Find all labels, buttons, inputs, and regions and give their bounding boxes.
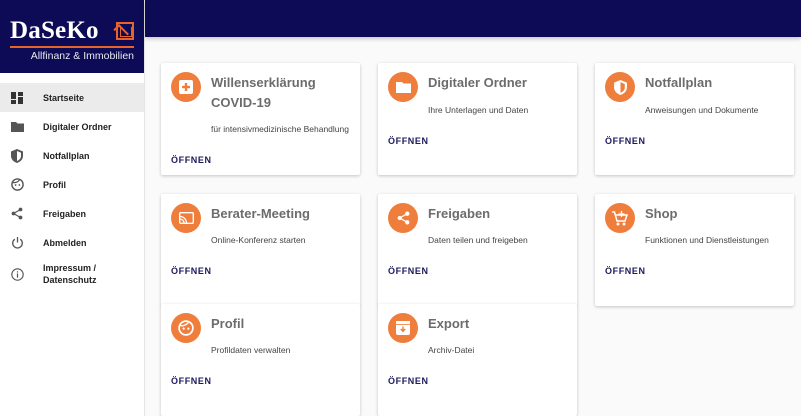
card-description: Anweisungen und Dokumente xyxy=(645,105,759,115)
open-button[interactable]: ÖFFNEN xyxy=(605,266,646,276)
sidebar-item-abmelden[interactable]: Abmelden xyxy=(0,228,144,257)
open-button[interactable]: ÖFFNEN xyxy=(388,266,429,276)
card-berater-meeting: Berater-Meeting Online-Konferenz starten… xyxy=(161,194,360,306)
sidebar-item-label: Freigaben xyxy=(43,208,87,219)
sidebar-item-label: Digitaler Ordner xyxy=(43,121,112,132)
sidebar-item-profil[interactable]: Profil xyxy=(0,170,144,199)
dashboard-icon xyxy=(10,91,24,105)
sidebar-item-label: Impressum / Datenschutz xyxy=(43,263,97,285)
house-logo-icon xyxy=(116,22,134,40)
sidebar: DaSeKo Allfinanz & Immobilien Startseite… xyxy=(0,0,145,416)
folder-icon xyxy=(388,72,418,102)
sidebar-item-startseite[interactable]: Startseite xyxy=(0,83,144,112)
open-button[interactable]: ÖFFNEN xyxy=(171,376,212,386)
cart-icon xyxy=(605,203,635,233)
archive-icon xyxy=(388,313,418,343)
medical-cross-icon xyxy=(171,72,201,102)
card-digitaler-ordner: Digitaler Ordner Ihre Unterlagen und Dat… xyxy=(378,63,577,175)
sidebar-item-label: Profil xyxy=(43,179,67,190)
sidebar-nav: Startseite Digitaler Ordner Notfallplan … xyxy=(0,83,144,291)
open-button[interactable]: ÖFFNEN xyxy=(388,136,429,146)
power-icon xyxy=(10,236,24,250)
card-description: Archiv-Datei xyxy=(428,345,475,355)
brand-underline xyxy=(10,46,134,48)
share-icon xyxy=(388,203,418,233)
card-title: Export xyxy=(428,316,470,331)
card-title: Freigaben xyxy=(428,206,491,221)
card-notfallplan: Notfallplan Anweisungen und Dokumente ÖF… xyxy=(595,63,794,175)
card-profil: Profil Profildaten verwalten ÖFFNEN xyxy=(161,304,360,416)
card-freigaben: Freigaben Daten teilen und freigeben ÖFF… xyxy=(378,194,577,306)
card-title: Digitaler Ordner xyxy=(428,75,527,90)
card-description: Funktionen und Dienstleistungen xyxy=(645,235,769,245)
sidebar-item-digitaler-ordner[interactable]: Digitaler Ordner xyxy=(0,112,144,141)
sidebar-item-impressum[interactable]: Impressum / Datenschutz xyxy=(0,257,144,291)
card-description: Ihre Unterlagen und Daten xyxy=(428,105,529,115)
folder-icon xyxy=(10,120,24,134)
card-title: Shop xyxy=(645,206,678,221)
card-title: Notfallplan xyxy=(645,75,713,90)
cast-icon xyxy=(171,203,201,233)
card-shop: Shop Funktionen und Dienstleistungen ÖFF… xyxy=(595,194,794,306)
logo[interactable]: DaSeKo Allfinanz & Immobilien xyxy=(0,0,144,73)
open-button[interactable]: ÖFFNEN xyxy=(171,266,212,276)
card-title: Berater-Meeting xyxy=(211,206,310,221)
sidebar-item-label: Notfallplan xyxy=(43,150,90,161)
sidebar-item-freigaben[interactable]: Freigaben xyxy=(0,199,144,228)
sidebar-item-label: Startseite xyxy=(43,92,85,103)
sidebar-item-notfallplan[interactable]: Notfallplan xyxy=(0,141,144,170)
open-button[interactable]: ÖFFNEN xyxy=(388,376,429,386)
face-icon xyxy=(171,313,201,343)
card-description: Daten teilen und freigeben xyxy=(428,235,528,245)
face-icon xyxy=(10,178,24,192)
card-title: Willenserklärung COVID-19 xyxy=(211,75,316,110)
open-button[interactable]: ÖFFNEN xyxy=(605,136,646,146)
shield-icon xyxy=(605,72,635,102)
card-description: Online-Konferenz starten xyxy=(211,235,306,245)
sidebar-item-label: Abmelden xyxy=(43,237,87,248)
open-button[interactable]: ÖFFNEN xyxy=(171,155,212,165)
card-title: Profil xyxy=(211,316,245,331)
card-description: für intensivmedizinische Behandlung xyxy=(211,124,349,134)
card-export: Export Archiv-Datei ÖFFNEN xyxy=(378,304,577,416)
top-app-bar xyxy=(145,0,801,37)
share-icon xyxy=(10,207,24,221)
card-description: Profildaten verwalten xyxy=(211,345,291,355)
shield-icon xyxy=(10,148,24,163)
info-icon xyxy=(10,267,24,281)
card-willenserklaerung: Willenserklärung COVID-19 für intensivme… xyxy=(161,63,360,175)
brand-tagline: Allfinanz & Immobilien xyxy=(30,50,134,62)
